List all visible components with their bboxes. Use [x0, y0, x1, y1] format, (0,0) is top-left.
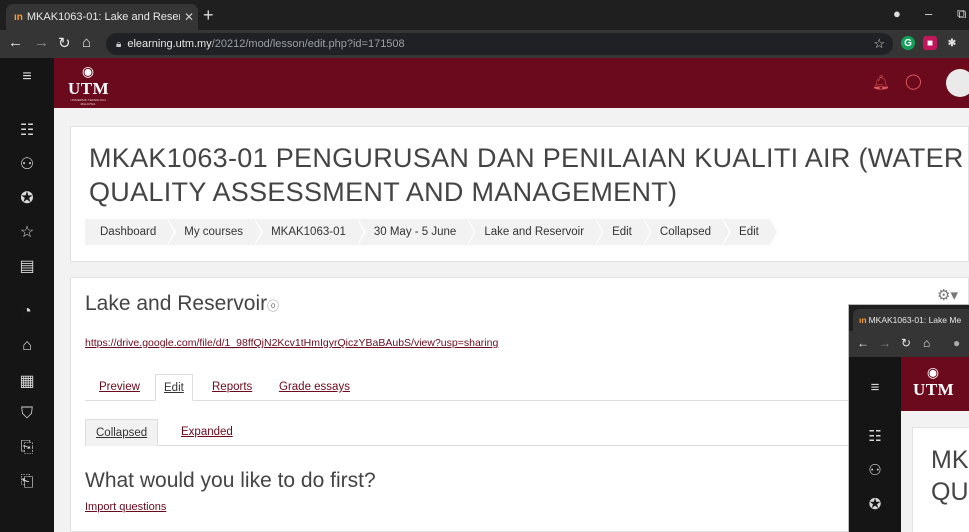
lesson-content-card: Lake and Reservoirⓞ https://drive.google…: [70, 277, 969, 532]
reload-icon[interactable]: ↻: [58, 34, 71, 52]
url-input[interactable]: 🔒︎ elearning.utm.my /20212/mod/lesson/ed…: [106, 33, 893, 55]
nested-utm-logo: ◉ UTM: [913, 363, 955, 405]
address-bar-row: ← → ↻ ⌂ 🔒︎ elearning.utm.my /20212/mod/l…: [0, 30, 969, 58]
left-nav-drawer: ≡ ☷ ⚇ ✪ ☆ ▤ ◔ ⌂ ▦ ⛉ ⎘ ⎗: [0, 58, 54, 532]
nested-course-card: MK QU: [912, 427, 969, 532]
dashboard-gauge-icon[interactable]: ◔: [0, 303, 54, 321]
tab-edit[interactable]: Edit: [155, 374, 193, 401]
lock-icon: 🔒︎: [116, 38, 122, 50]
tab-reports[interactable]: Reports: [212, 374, 252, 401]
profile-icon[interactable]: ●: [893, 6, 901, 21]
competencies-star-icon[interactable]: ☆: [0, 222, 54, 242]
nested-course-title: MK QU: [931, 446, 969, 506]
course-header-card: MKAK1063-01 PENGURUSAN DAN PENILAIAN KUA…: [70, 126, 969, 262]
participants-icon[interactable]: ⚇: [0, 154, 54, 174]
settings-gear-icon[interactable]: ⚙︎▾: [937, 286, 958, 304]
bookmark-star-icon[interactable]: ☆: [873, 36, 885, 52]
extensions-puzzle-icon[interactable]: ✱: [945, 36, 959, 50]
site-home-icon[interactable]: ⌂: [0, 337, 54, 355]
list-icon[interactable]: ☷: [0, 120, 54, 140]
extension-icon[interactable]: ■: [923, 36, 937, 50]
grades-icon[interactable]: ▤: [0, 256, 54, 276]
notifications-bell-icon[interactable]: 🔔︎: [872, 74, 890, 91]
nested-emblem-icon: ◉: [926, 364, 940, 380]
hamburger-menu-icon[interactable]: ≡: [0, 68, 54, 86]
breadcrumb-item[interactable]: 30 May - 5 June: [356, 219, 477, 245]
forward-icon[interactable]: →: [34, 34, 49, 51]
tab-expanded[interactable]: Expanded: [181, 419, 233, 446]
minimize-icon[interactable]: –: [925, 6, 932, 21]
logo-wordmark: UTM: [68, 79, 110, 98]
breadcrumb: Dashboard My courses MKAK1063-01 30 May …: [85, 219, 779, 245]
user-avatar[interactable]: [946, 69, 969, 97]
nested-tab-title: MKAK1063-01: Lake Me: [868, 315, 962, 325]
breadcrumb-item[interactable]: Lake and Reservoir: [467, 219, 604, 245]
site-header: ◉ UTM UNIVERSITI TEKNOLOGI MALAYSIA 🔔︎ ◯: [54, 58, 969, 108]
nested-hamburger-icon: ≡: [870, 379, 880, 396]
nested-home-icon: ⌂: [923, 336, 931, 350]
nested-participants-icon: ⚇: [868, 462, 882, 479]
nested-favicon-icon: ın: [859, 315, 867, 325]
nested-back-icon: ←: [857, 336, 869, 350]
breadcrumb-item[interactable]: My courses: [167, 219, 263, 245]
breadcrumb-item[interactable]: MKAK1063-01: [254, 219, 366, 245]
tab-preview[interactable]: Preview: [99, 374, 140, 401]
site-favicon-icon: ın: [14, 11, 23, 23]
private-files-icon[interactable]: ⎘: [0, 439, 54, 457]
content-bank-icon[interactable]: ⎗: [0, 473, 54, 491]
url-host: elearning.utm.my: [127, 38, 212, 50]
lesson-tabs: Preview Edit Reports Grade essays: [85, 374, 945, 401]
logo-subtext: UNIVERSITI TEKNOLOGI MALAYSIA: [70, 98, 106, 106]
nested-site-header: ◉ UTM: [901, 357, 969, 411]
grammarly-extension-icon[interactable]: G: [901, 36, 915, 50]
nested-screenshot: ın MKAK1063-01: Lake Me ← → ↻ ⌂ ● ≡ ☷ ⚇ ✪…: [848, 304, 969, 532]
back-icon[interactable]: ←: [8, 34, 23, 51]
home-icon[interactable]: ⌂: [82, 34, 91, 51]
nested-forward-icon: →: [879, 336, 891, 350]
maximize-icon[interactable]: ⧉: [957, 6, 966, 22]
nested-lock-icon: ●: [953, 336, 961, 350]
new-tab-button[interactable]: +: [203, 5, 214, 26]
calendar-icon[interactable]: ▦: [0, 371, 54, 391]
tab-grade-essays[interactable]: Grade essays: [279, 374, 350, 401]
breadcrumb-item[interactable]: Collapsed: [642, 219, 732, 245]
lesson-title: Lake and Reservoirⓞ: [85, 292, 279, 316]
edit-view-tabs: Collapsed Expanded: [85, 419, 945, 446]
nested-browser-tab: ın MKAK1063-01: Lake Me: [853, 309, 969, 331]
nested-badges-icon: ✪: [868, 496, 882, 513]
utm-logo[interactable]: ◉ UTM UNIVERSITI TEKNOLOGI MALAYSIA: [68, 62, 110, 106]
close-tab-icon[interactable]: ✕: [180, 10, 198, 24]
badges-icon[interactable]: ✪: [0, 188, 54, 208]
import-questions-link[interactable]: Import questions: [85, 501, 166, 513]
first-action-heading: What would you like to do first?: [85, 469, 376, 492]
tab-collapsed[interactable]: Collapsed: [85, 419, 159, 446]
messages-chat-icon[interactable]: ◯: [905, 72, 922, 90]
nested-logo-wordmark: UTM: [913, 380, 955, 399]
info-circle-icon[interactable]: ⓞ: [267, 299, 279, 313]
nested-list-icon: ☷: [868, 428, 882, 445]
browser-tab[interactable]: ın MKAK1063-01: Lake and Reservo ✕: [6, 4, 198, 30]
lesson-title-text: Lake and Reservoir: [85, 292, 268, 315]
url-path: /20212/mod/lesson/edit.php?id=171508: [211, 38, 405, 50]
browser-tab-title: MKAK1063-01: Lake and Reservo: [26, 11, 180, 23]
nested-address-row: ← → ↻ ⌂ ●: [849, 331, 969, 357]
utm-emblem-icon: ◉: [81, 63, 95, 79]
nested-tab-strip: ın MKAK1063-01: Lake Me: [849, 305, 969, 331]
course-title: MKAK1063-01 PENGURUSAN DAN PENILAIAN KUA…: [89, 143, 964, 207]
lesson-resource-link[interactable]: https://drive.google.com/file/d/1_98ffQj…: [85, 337, 498, 349]
browser-tab-strip: ın MKAK1063-01: Lake and Reservo ✕ + ● –…: [0, 0, 969, 30]
courses-cap-icon[interactable]: ⛉: [0, 405, 54, 423]
nested-reload-icon: ↻: [901, 336, 912, 350]
breadcrumb-item[interactable]: Dashboard: [85, 219, 177, 245]
nested-sidebar: ≡ ☷ ⚇ ✪: [849, 357, 901, 532]
